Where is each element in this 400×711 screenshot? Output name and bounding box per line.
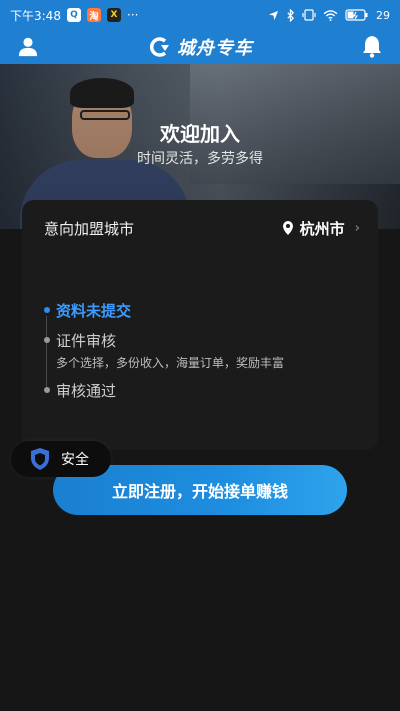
- city-value: 杭州市: [299, 219, 345, 238]
- user-profile-icon[interactable]: [17, 35, 39, 57]
- shop-notification-icon: 淘: [86, 8, 101, 22]
- step-dot: [44, 307, 50, 313]
- step-review-description: 多个选择，多份收入，海量订单，奖励丰富: [56, 356, 285, 370]
- hero-title: 欢迎加入: [160, 122, 240, 146]
- step-dot: [44, 337, 50, 343]
- location-pin-icon: [282, 221, 293, 235]
- notification-bell-icon[interactable]: [361, 34, 383, 58]
- more-notifications-icon: ···: [126, 8, 139, 22]
- brand-logo: 城舟专车: [147, 34, 253, 60]
- wifi-icon: [323, 9, 338, 21]
- safety-button[interactable]: 安全: [11, 441, 111, 477]
- safety-label: 安全: [61, 452, 89, 468]
- app-notification-icon: Q: [66, 8, 81, 22]
- chevron-right-icon: ›: [354, 220, 360, 236]
- status-bar: 下午3:48 Q 淘 X ··· 29: [0, 0, 400, 30]
- brand-logo-icon: [149, 37, 169, 57]
- hero-subtitle: 时间灵活，多劳多得: [137, 151, 263, 167]
- shield-icon: [31, 448, 49, 470]
- bluetooth-icon: [287, 8, 295, 22]
- battery-level: 29: [376, 8, 390, 22]
- step-label: 审核通过: [56, 382, 117, 400]
- city-value-group[interactable]: 杭州市 ›: [282, 218, 360, 239]
- step-dot: [44, 387, 50, 393]
- app-header: 城舟专车: [0, 30, 400, 64]
- step-label: 证件审核: [56, 332, 117, 350]
- status-time: 下午3:48: [10, 8, 61, 23]
- brand-name: 城舟专车: [177, 38, 253, 59]
- progress-line: [46, 316, 47, 392]
- step-label: 资料未提交: [56, 302, 132, 320]
- game-notification-icon: X: [106, 8, 121, 22]
- city-selector[interactable]: 意向加盟城市 杭州市 ›: [22, 217, 378, 239]
- battery-icon: [345, 9, 368, 21]
- vibrate-icon: [302, 9, 316, 21]
- city-label: 意向加盟城市: [44, 219, 135, 238]
- location-icon: [268, 10, 279, 20]
